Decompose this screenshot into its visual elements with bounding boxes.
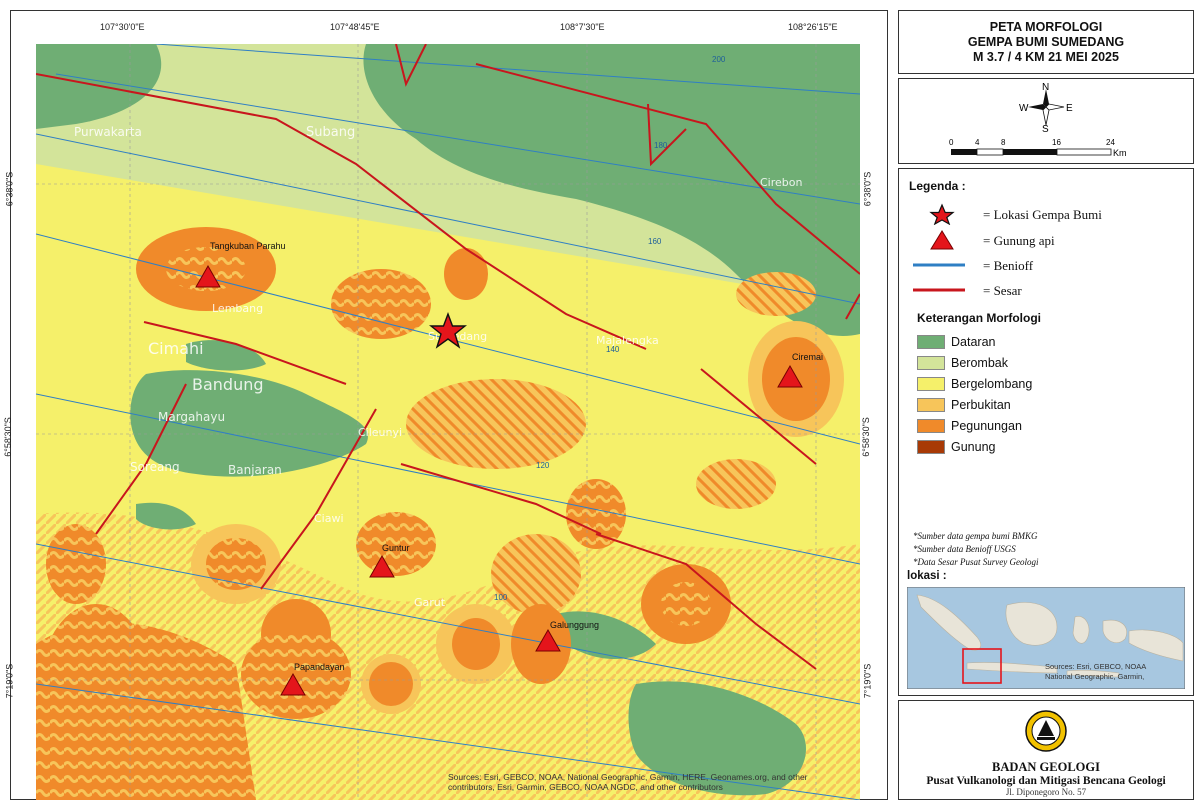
volcano-label: Ciremai <box>792 352 823 362</box>
place-label: Garut <box>414 596 446 609</box>
place-label: Majalengka <box>596 334 659 347</box>
scale-tick: 8 <box>1001 138 1006 147</box>
legend-item-pegunungan: Pegunungan <box>917 417 1177 435</box>
swatch <box>917 419 945 433</box>
top-coord: 108°26'15"E <box>788 22 838 32</box>
compass-panel: N S E W 0 4 8 16 24 Km <box>898 78 1194 164</box>
right-coord: 7°19'0"S <box>862 663 873 699</box>
north-arrow-icon: N S E W 0 4 8 16 24 Km <box>949 82 1127 158</box>
scale-tick: 16 <box>1052 138 1061 147</box>
scale-tick: 24 <box>1106 138 1115 147</box>
triangle-icon <box>930 230 954 250</box>
place-label: Subang <box>306 125 355 140</box>
map-title-line: PETA MORFOLOGI <box>989 20 1103 34</box>
legend-panel: Legenda : = Lokasi Gempa Bumi = Gunung a… <box>898 168 1194 696</box>
compass-e: E <box>1066 103 1073 114</box>
place-label: Soreang <box>130 460 180 474</box>
place-label: Ciawi <box>314 512 344 525</box>
volcano-label: Galunggung <box>550 620 599 630</box>
agency-subtitle: Pusat Vulkanologi dan Mitigasi Bencana G… <box>926 775 1166 787</box>
left-coord: 6°58'30"S <box>2 417 13 457</box>
location-inset-map[interactable]: Sources: Esri, GEBCO, NOAA National Geog… <box>907 587 1185 689</box>
title-panel: PETA MORFOLOGI GEMPA BUMI SUMEDANG M 3.7… <box>898 10 1194 74</box>
source-note: *Data Sesar Pusat Survey Geologi <box>913 557 1039 567</box>
scale-unit: Km <box>1113 148 1127 158</box>
morph-label: Dataran <box>951 335 996 349</box>
agency-logo-icon <box>1025 710 1067 752</box>
morphology-map[interactable]: 200 180 160 140 120 100 Subang Purwakart… <box>36 44 860 800</box>
source-note: *Sumber data gempa bumi BMKG <box>913 531 1038 541</box>
place-label: Purwakarta <box>74 125 142 139</box>
red-line-icon <box>913 288 965 292</box>
place-label: Margahayu <box>158 410 225 424</box>
legend-item-bergelombang: Bergelombang <box>917 375 1177 393</box>
morph-label: Perbukitan <box>951 398 1011 412</box>
top-coord: 107°48'45"E <box>330 22 380 32</box>
swatch <box>917 398 945 412</box>
compass-s: S <box>1042 124 1049 135</box>
place-label: Banjaran <box>228 463 282 477</box>
legend-item-berombak: Berombak <box>917 354 1177 372</box>
legend-heading: Legenda : <box>909 179 966 193</box>
swatch <box>917 440 945 454</box>
top-coord: 107°30'0"E <box>100 22 145 32</box>
volcano-label: Papandayan <box>294 662 345 672</box>
benioff-label: 100 <box>494 593 508 602</box>
legend-item-dataran: Dataran <box>917 333 1177 351</box>
right-coord: 6°38'0"S <box>862 171 873 207</box>
benioff-label: 200 <box>712 55 726 64</box>
swatch <box>917 356 945 370</box>
left-coord: 6°38'0"S <box>4 171 15 207</box>
volcano-label: Tangkuban Parahu <box>210 241 286 251</box>
map-title-line: GEMPA BUMI SUMEDANG <box>967 35 1125 49</box>
map-title-line: M 3.7 / 4 KM 21 MEI 2025 <box>973 50 1119 64</box>
morph-label: Bergelombang <box>951 377 1033 391</box>
agency-address: Jl. Diponegoro No. 57 <box>1005 787 1087 797</box>
place-label: Cileunyi <box>358 426 402 439</box>
place-label: Lembang <box>212 302 263 315</box>
top-coord: 108°7'30"E <box>560 22 605 32</box>
compass-w: W <box>1019 103 1029 114</box>
benioff-label: 120 <box>536 461 550 470</box>
left-coord: 7°19'0"S <box>4 663 15 699</box>
legend-item-benioff: = Benioff <box>913 254 1183 276</box>
swatch <box>917 335 945 349</box>
source-note: *Sumber data Benioff USGS <box>913 544 1016 554</box>
scale-bar: 0 4 8 16 24 Km <box>949 138 1127 158</box>
inset-attribution: National Geographic, Garmin, <box>1045 672 1144 681</box>
place-label: Cirebon <box>760 176 802 189</box>
legend-item-perbukitan: Perbukitan <box>917 396 1177 414</box>
swatch <box>917 377 945 391</box>
inset-attribution: Sources: Esri, GEBCO, NOAA <box>1045 662 1146 671</box>
legend-label: = Lokasi Gempa Bumi <box>983 207 1102 222</box>
benioff-label: 160 <box>648 237 662 246</box>
star-icon <box>929 203 955 225</box>
place-label: Bandung <box>192 375 264 394</box>
place-label: Cimahi <box>148 339 204 358</box>
morph-label: Berombak <box>951 356 1008 370</box>
legend-item-fault: = Sesar <box>913 279 1183 301</box>
morph-label: Pegunungan <box>951 419 1022 433</box>
legend-item-gunung: Gunung <box>917 438 1177 456</box>
morph-label: Gunung <box>951 440 996 454</box>
agency-name: BADAN GEOLOGI <box>991 760 1100 774</box>
legend-item-earthquake: = Lokasi Gempa Bumi <box>913 203 1183 225</box>
location-heading: lokasi : <box>907 570 947 582</box>
right-coord: 6°58'30"S <box>860 417 871 457</box>
volcano-label: Guntur <box>382 543 410 553</box>
scale-tick: 0 <box>949 138 954 147</box>
compass-n: N <box>1042 82 1049 93</box>
morphology-heading: Keterangan Morfologi <box>917 311 1042 325</box>
scale-tick: 4 <box>975 138 980 147</box>
legend-item-volcano: = Gunung api <box>913 229 1183 251</box>
legend-label: = Gunung api <box>983 233 1055 248</box>
agency-panel: BADAN GEOLOGI Pusat Vulkanologi dan Miti… <box>898 700 1194 800</box>
blue-line-icon <box>913 263 965 267</box>
map-attribution: Sources: Esri, GEBCO, NOAA, National Geo… <box>448 772 808 792</box>
legend-label: = Benioff <box>983 258 1034 273</box>
legend-label: = Sesar <box>983 283 1022 298</box>
